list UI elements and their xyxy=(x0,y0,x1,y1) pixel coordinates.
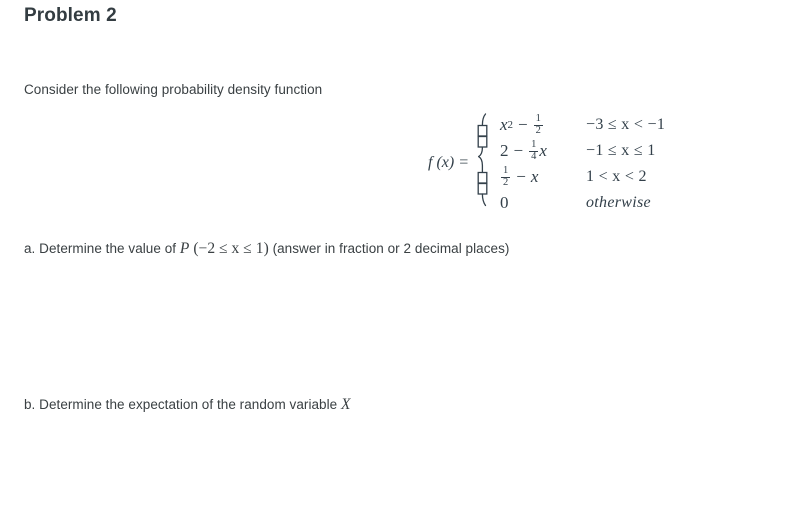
piece-expression: x 2−1 2 xyxy=(500,112,586,136)
fraction-numerator: 1 xyxy=(535,112,541,124)
piece-expression: 1 2− x xyxy=(500,164,586,188)
expr-operator: − xyxy=(516,167,526,186)
piece-condition: otherwise xyxy=(586,194,651,211)
piecewise-row: 0 otherwise xyxy=(500,190,665,216)
fraction: 14 xyxy=(529,138,539,162)
piece-condition: 1 < x < 2 xyxy=(586,168,647,185)
fraction: 12 xyxy=(501,164,511,188)
question-b: b. Determine the expectation of the rand… xyxy=(24,396,351,414)
expr-trailing: x xyxy=(530,167,539,186)
function-label: f (x) = xyxy=(428,154,469,171)
left-curly-brace-icon xyxy=(472,112,494,216)
expr-operator: − xyxy=(513,141,524,160)
fraction-denominator: 4 xyxy=(529,150,539,162)
fraction-numerator: 1 xyxy=(503,164,509,176)
expr-trailing: x xyxy=(539,141,547,160)
piece-condition: −3 ≤ x < −1 xyxy=(586,116,666,133)
piece-expression: 0 xyxy=(500,193,586,213)
fraction: 12 xyxy=(533,112,543,136)
expr-variable: x xyxy=(500,115,508,134)
page-title: Problem 2 xyxy=(24,5,117,26)
problem-page: Problem 2 Consider the following probabi… xyxy=(0,0,788,524)
fraction-numerator: 1 xyxy=(531,138,537,150)
piecewise-function: f (x) = x 2 − 1 2 −3 ≤ x < −1 2 − 1 4 x … xyxy=(428,112,665,216)
fraction-denominator: 2 xyxy=(501,176,511,188)
fraction-denominator: 2 xyxy=(533,124,543,136)
piecewise-row: 2−1 4 x −1 ≤ x ≤ 1 xyxy=(500,138,665,164)
question-a-prefix: a. Determine the value of xyxy=(24,241,180,256)
question-a-suffix: (answer in fraction or 2 decimal places) xyxy=(268,241,510,256)
piecewise-rows: x 2−1 2 −3 ≤ x < −1 2−1 4 x −1 ≤ x ≤ 1 1 2− x … xyxy=(500,112,665,216)
piecewise-row: x 2−1 2 −3 ≤ x < −1 xyxy=(500,112,665,138)
prompt-text: Consider the following probability densi… xyxy=(24,82,323,97)
question-b-symbol: X xyxy=(341,396,351,413)
question-b-prefix: b. Determine the expectation of the rand… xyxy=(24,397,342,412)
expr-operator: − xyxy=(518,115,528,134)
expr-leading: 2 xyxy=(500,141,509,160)
question-a: a. Determine the value of P (−2 ≤ x ≤ 1)… xyxy=(24,240,509,258)
expr-leading: 0 xyxy=(500,193,509,212)
piece-condition: −1 ≤ x ≤ 1 xyxy=(586,142,656,159)
piece-expression: 2−1 4 x xyxy=(500,138,586,162)
question-a-expression: (−2 ≤ x ≤ 1) xyxy=(189,240,269,257)
piecewise-row: 1 2− x 1 < x < 2 xyxy=(500,164,665,190)
question-a-symbol: P xyxy=(179,240,190,257)
